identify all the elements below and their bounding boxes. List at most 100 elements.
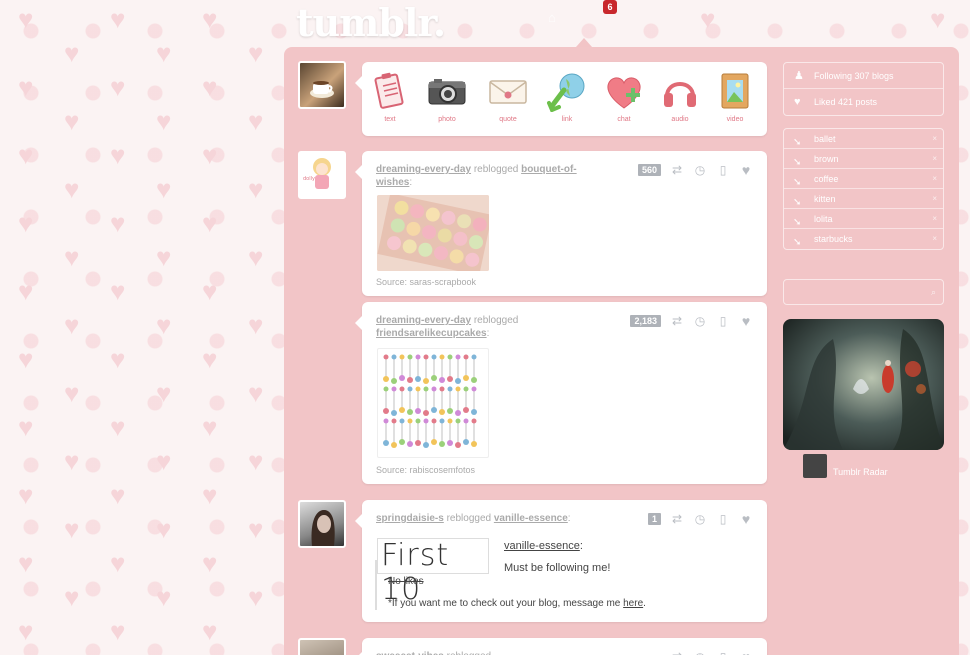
tag-item-kitten[interactable]: ➘ kitten × <box>784 189 943 209</box>
type-label: chat <box>617 116 631 123</box>
radar-label[interactable]: Tumblr Radar <box>833 467 888 477</box>
post-type-bar: text photo quote link chat audio video <box>355 62 767 136</box>
clock-icon[interactable]: ◷ <box>693 512 707 526</box>
liked-label: Liked 421 posts <box>814 97 878 107</box>
tag-remove-icon[interactable]: × <box>932 169 937 189</box>
type-label: photo <box>438 116 456 123</box>
clock-icon[interactable]: ◷ <box>693 163 707 177</box>
post-source[interactable]: Source: rabiscosemfotos <box>376 465 475 475</box>
tag-item-brown[interactable]: ➘ brown × <box>784 149 943 169</box>
post-author-link[interactable]: sweeeet-vibes <box>376 651 444 655</box>
tag-label: ballet <box>814 134 836 144</box>
post-source[interactable]: Source: saras-scrapbook <box>376 277 476 287</box>
tag-item-starbucks[interactable]: ➘ starbucks × <box>784 229 943 249</box>
like-heart-icon[interactable]: ♥ <box>739 650 753 655</box>
radar-author-avatar[interactable] <box>803 454 827 478</box>
user-avatar[interactable] <box>298 61 346 109</box>
new-chat-post-button[interactable]: chat <box>602 70 646 123</box>
note-count[interactable]: 1 <box>647 513 661 525</box>
following-link[interactable]: ♟ Following 307 blogs <box>784 63 943 89</box>
tag-item-ballet[interactable]: ➘ ballet × <box>784 129 943 149</box>
post-author-avatar[interactable] <box>298 638 346 655</box>
tag-item-coffee[interactable]: ➘ coffee × <box>784 169 943 189</box>
clock-icon[interactable]: ◷ <box>693 650 707 655</box>
new-text-post-button[interactable]: text <box>368 70 412 123</box>
heart-icon: ♥ <box>794 96 801 108</box>
type-label: quote <box>499 116 517 123</box>
reblog-source-link[interactable]: vanille-essence <box>494 513 568 524</box>
first-10-text: First 10 <box>381 538 450 607</box>
post-author-link[interactable]: springdaisie-s <box>376 513 444 524</box>
liked-posts-link[interactable]: ♥ Liked 421 posts <box>784 89 943 115</box>
post-author-link[interactable]: dreaming-every-day <box>376 164 471 175</box>
tracked-tags: ➘ ballet × ➘ brown × ➘ coffee × ➘ kitten × ➘ loli… <box>783 128 944 250</box>
reblog-icon[interactable]: ⇄ <box>670 314 684 328</box>
note-count[interactable]: 560 <box>637 164 661 176</box>
heart-plus-icon <box>607 77 641 109</box>
post-author-avatar[interactable] <box>298 500 346 548</box>
sidebar-stats: ♟ Following 307 blogs ♥ Liked 421 posts <box>783 62 944 116</box>
notification-badge[interactable]: 6 <box>603 0 617 14</box>
new-quote-post-button[interactable]: quote <box>486 70 530 123</box>
new-video-post-button[interactable]: video <box>713 70 757 123</box>
tag-remove-icon[interactable]: × <box>932 129 937 149</box>
like-heart-icon[interactable]: ♥ <box>739 314 753 328</box>
new-photo-post-button[interactable]: photo <box>425 70 469 123</box>
post-header: dreaming-every-day reblogged bouquet-of-… <box>376 164 577 188</box>
like-heart-icon[interactable]: ♥ <box>739 163 753 177</box>
radar-image[interactable] <box>783 319 944 450</box>
reblog-action: reblogged <box>473 315 519 326</box>
new-audio-post-button[interactable]: audio <box>658 70 702 123</box>
note-count[interactable]: 2,183 <box>630 315 661 327</box>
post-card: dreaming-every-day reblogged bouquet-of-… <box>355 151 767 296</box>
reblog-icon[interactable]: ⇄ <box>670 163 684 177</box>
svg-text:dolly: dolly <box>303 176 315 182</box>
tumblr-logo[interactable]: tumblr. <box>296 0 446 45</box>
dashboard-home-icon[interactable]: ⌂ <box>548 10 556 25</box>
post-controls: 1 ⇄ ◷ ▯ ♥ <box>647 512 753 526</box>
post-header: dreaming-every-day reblogged friendsarel… <box>376 315 519 339</box>
clock-icon[interactable]: ◷ <box>693 314 707 328</box>
type-label: text <box>384 116 396 123</box>
camera-icon <box>428 79 466 105</box>
permalink-icon[interactable]: ▯ <box>716 314 730 328</box>
headphones-icon <box>664 82 696 107</box>
post-controls: 560 ⇄ ◷ ▯ ♥ <box>637 163 753 177</box>
strike-text: No likes <box>388 576 424 587</box>
type-label: audio <box>671 116 689 123</box>
tag-remove-icon[interactable]: × <box>932 189 937 209</box>
tag-label: lolita <box>814 214 833 224</box>
tag-search-input[interactable]: ⌕ <box>783 279 944 305</box>
post-footer-text: *If you want me to check out your blog, … <box>388 598 646 609</box>
post-card: dreaming-every-day reblogged friendsarel… <box>355 302 767 484</box>
tag-label: kitten <box>814 194 836 204</box>
post-card: springdaisie-s reblogged vanille-essence… <box>355 500 767 622</box>
reblog-icon[interactable]: ⇄ <box>670 512 684 526</box>
permalink-icon[interactable]: ▯ <box>716 512 730 526</box>
message-me-link[interactable]: here <box>623 598 643 609</box>
globe-arrow-icon <box>547 73 585 113</box>
like-heart-icon[interactable]: ♥ <box>739 512 753 526</box>
quote-author-link[interactable]: vanille-essence <box>504 540 580 552</box>
post-header: sweeeet-vibes reblogged <box>376 650 636 655</box>
tag-remove-icon[interactable]: × <box>932 229 937 249</box>
tag-remove-icon[interactable]: × <box>932 149 937 169</box>
reblog-action: reblogged <box>473 164 519 175</box>
new-link-post-button[interactable]: link <box>545 70 589 123</box>
post-author-avatar[interactable]: dolly <box>298 151 346 199</box>
post-author-link[interactable]: dreaming-every-day <box>376 315 471 326</box>
permalink-icon[interactable]: ▯ <box>716 650 730 655</box>
reblog-action: reblogged <box>447 651 491 655</box>
quote-text: Must be following me! <box>504 562 611 574</box>
reblog-icon[interactable]: ⇄ <box>670 650 684 655</box>
permalink-icon[interactable]: ▯ <box>716 163 730 177</box>
reblog-source-link[interactable]: friendsarelikecupcakes <box>376 328 487 339</box>
film-icon <box>721 73 749 109</box>
post-photo[interactable] <box>377 348 489 458</box>
person-icon: ♟ <box>794 70 804 82</box>
post-photo[interactable] <box>377 195 489 271</box>
footer-end: . <box>643 598 646 609</box>
first-10-image[interactable]: First 10 <box>377 538 489 607</box>
tag-remove-icon[interactable]: × <box>932 209 937 229</box>
tag-item-lolita[interactable]: ➘ lolita × <box>784 209 943 229</box>
